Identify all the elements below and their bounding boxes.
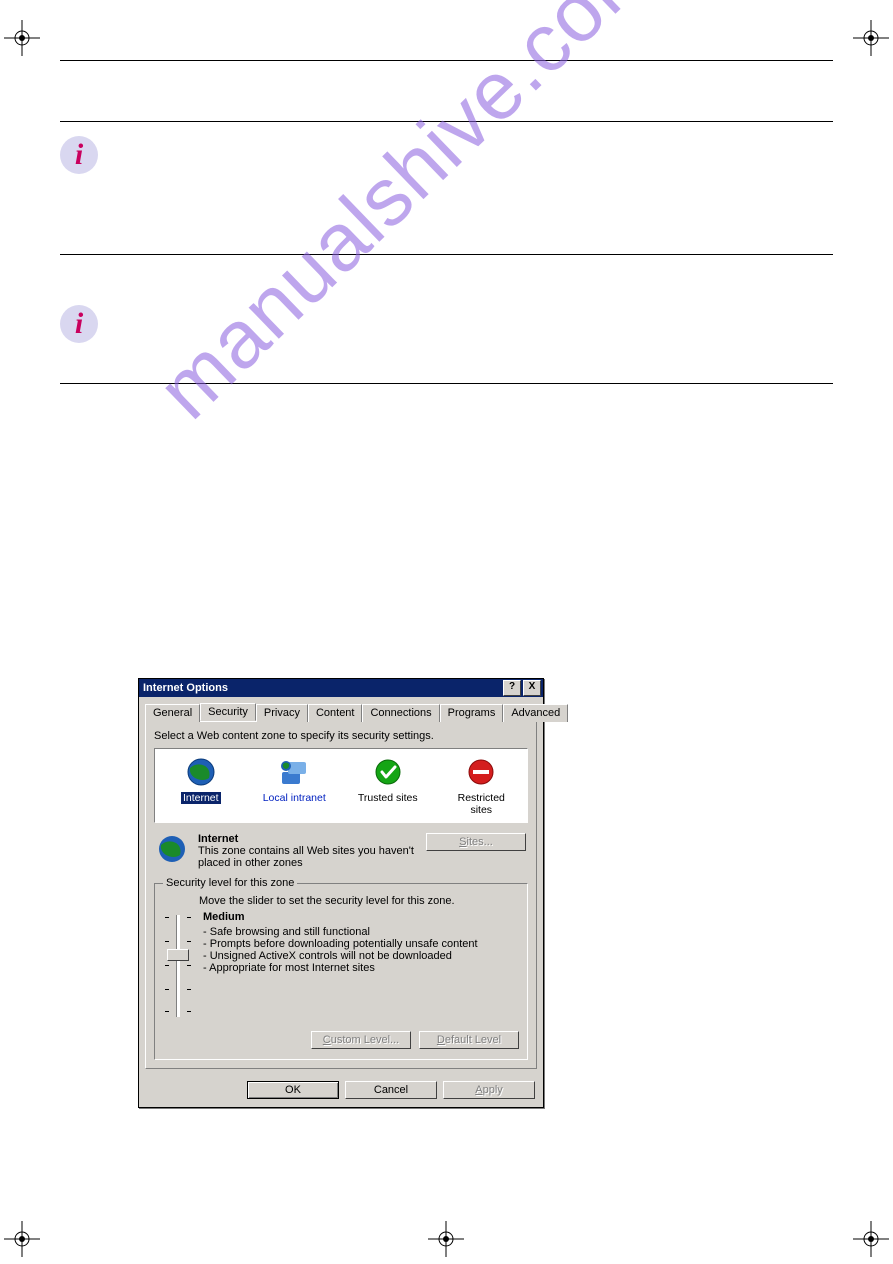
security-level-info: Medium Safe browsing and still functiona… xyxy=(203,911,519,1021)
registration-mark-icon xyxy=(2,18,42,58)
custom-level-button: Custom Level... xyxy=(311,1031,411,1049)
zone-trusted-sites[interactable]: Trusted sites xyxy=(353,755,423,816)
zone-internet[interactable]: Internet xyxy=(166,755,236,816)
zone-label: Restricted xyxy=(458,792,505,804)
apply-button: Apply xyxy=(443,1081,535,1099)
registration-mark-icon xyxy=(851,18,891,58)
level-bullet: Appropriate for most Internet sites xyxy=(203,962,519,974)
page-content: i i xyxy=(60,60,833,384)
zone-sublabel: sites xyxy=(446,804,516,816)
security-level-group: Security level for this zone Move the sl… xyxy=(154,877,528,1060)
tab-privacy[interactable]: Privacy xyxy=(256,704,308,722)
dialog-title: Internet Options xyxy=(143,682,228,694)
zone-label: Trusted sites xyxy=(358,792,418,804)
tab-programs[interactable]: Programs xyxy=(440,704,504,722)
security-tab-panel: Select a Web content zone to specify its… xyxy=(145,721,537,1069)
globe-icon xyxy=(156,833,190,867)
zone-prompt: Select a Web content zone to specify its… xyxy=(154,730,528,742)
info-note: i xyxy=(60,122,833,214)
zone-list: Internet Local intranet Trusted sites Re… xyxy=(154,748,528,823)
tab-strip: General Security Privacy Content Connect… xyxy=(139,697,543,721)
tab-security[interactable]: Security xyxy=(200,703,256,721)
registration-mark-icon xyxy=(851,1219,891,1259)
slider-instruction: Move the slider to set the security leve… xyxy=(199,895,519,907)
globe-icon xyxy=(184,755,218,789)
internet-options-dialog: Internet Options ? X General Security Pr… xyxy=(138,678,544,1108)
level-bullet: Unsigned ActiveX controls will not be do… xyxy=(203,950,519,962)
tab-advanced[interactable]: Advanced xyxy=(503,704,568,722)
default-level-button: Default Level xyxy=(419,1031,519,1049)
info-icon: i xyxy=(60,305,98,343)
zone-restricted-sites[interactable]: Restricted sites xyxy=(446,755,516,816)
ok-button[interactable]: OK xyxy=(247,1081,339,1099)
tab-connections[interactable]: Connections xyxy=(362,704,439,722)
sites-button: Sites... xyxy=(426,833,526,851)
zone-local-intranet[interactable]: Local intranet xyxy=(259,755,329,816)
level-bullet: Prompts before downloading potentially u… xyxy=(203,938,519,950)
restricted-icon xyxy=(464,755,498,789)
registration-mark-icon xyxy=(426,1219,466,1259)
zone-label: Internet xyxy=(181,792,221,804)
close-button[interactable]: X xyxy=(523,680,541,696)
security-slider[interactable] xyxy=(163,911,193,1021)
dialog-buttons: OK Cancel Apply xyxy=(139,1075,543,1107)
level-bullet: Safe browsing and still functional xyxy=(203,926,519,938)
tab-content[interactable]: Content xyxy=(308,704,363,722)
intranet-icon xyxy=(277,755,311,789)
zone-description-row: Internet This zone contains all Web site… xyxy=(156,833,526,869)
cancel-button[interactable]: Cancel xyxy=(345,1081,437,1099)
info-icon: i xyxy=(60,136,98,174)
security-level-legend: Security level for this zone xyxy=(163,877,297,889)
slider-thumb[interactable] xyxy=(167,949,189,961)
zone-desc-text: This zone contains all Web sites you hav… xyxy=(198,845,414,869)
info-note: i xyxy=(60,305,833,383)
zone-desc-title: Internet xyxy=(198,833,238,845)
zone-label: Local intranet xyxy=(263,792,326,804)
help-button[interactable]: ? xyxy=(503,680,521,696)
dialog-titlebar[interactable]: Internet Options ? X xyxy=(139,679,543,697)
registration-mark-icon xyxy=(2,1219,42,1259)
divider xyxy=(60,383,833,384)
security-level-name: Medium xyxy=(203,911,245,923)
tab-general[interactable]: General xyxy=(145,704,200,722)
trusted-icon xyxy=(371,755,405,789)
